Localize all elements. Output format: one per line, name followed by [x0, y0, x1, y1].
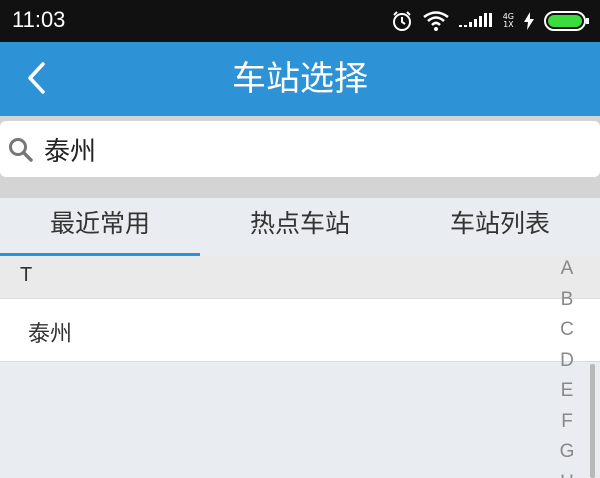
tab-station-list[interactable]: 车站列表	[400, 198, 600, 256]
charging-icon	[524, 12, 534, 30]
battery-icon	[544, 11, 589, 31]
alpha-index-letter[interactable]: H	[554, 468, 580, 478]
section-header: T	[0, 256, 600, 298]
section-letter: T	[20, 264, 33, 286]
alpha-index-letter[interactable]: A	[554, 254, 580, 285]
wifi-icon	[422, 11, 449, 31]
page-title: 车站选择	[232, 59, 368, 99]
tab-hot-stations[interactable]: 热点车站	[200, 198, 400, 256]
status-bar: 11:03 4G 1X	[0, 0, 600, 42]
scrollbar-thumb[interactable]	[590, 364, 595, 478]
alpha-index-letter[interactable]: G	[554, 437, 580, 468]
alarm-icon	[392, 11, 411, 31]
alphabet-index: A B C D E F G H	[554, 254, 580, 478]
signal-icon	[458, 13, 492, 27]
search-box[interactable]	[0, 121, 600, 177]
search-area	[0, 116, 600, 198]
search-input[interactable]	[44, 127, 584, 171]
back-arrow-icon	[28, 62, 45, 94]
status-time: 11:03	[12, 7, 66, 32]
alpha-index-letter[interactable]: E	[554, 376, 580, 407]
tab-recent[interactable]: 最近常用	[0, 198, 200, 256]
alpha-index-letter[interactable]: B	[554, 285, 580, 316]
alpha-index-letter[interactable]: C	[554, 315, 580, 346]
back-button[interactable]	[14, 56, 58, 100]
network-type: 4G 1X	[503, 13, 514, 29]
station-row[interactable]: 泰州	[0, 298, 600, 362]
network-type-bottom: 1X	[503, 20, 514, 29]
tab-bar: 最近常用 热点车站 车站列表	[0, 198, 600, 256]
status-icons: 4G 1X	[391, 9, 590, 33]
app-header: 车站选择	[0, 42, 600, 116]
alpha-index-letter[interactable]: D	[554, 346, 580, 377]
search-icon	[9, 138, 33, 162]
station-name: 泰州	[28, 322, 73, 347]
alpha-index-letter[interactable]: F	[554, 407, 580, 438]
